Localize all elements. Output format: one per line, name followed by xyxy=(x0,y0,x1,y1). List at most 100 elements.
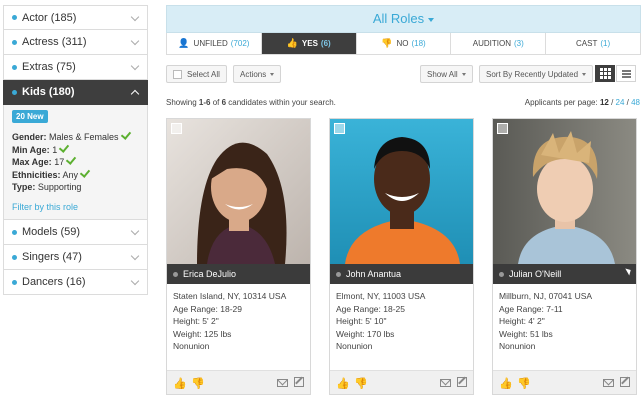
candidate-location: Staten Island, NY, 10314 USA xyxy=(173,291,287,301)
role-label: Kids (180) xyxy=(22,86,75,98)
roles-sidebar: Actor (185) Actress (311) Extras (75) Ki… xyxy=(3,5,148,295)
candidate-select-checkbox[interactable] xyxy=(497,123,508,134)
candidate-card[interactable]: John Anantua Elmont, NY, 11003 USA Age R… xyxy=(329,118,474,395)
status-tabs: 👤 UNFILED (702) 👍 YES (6) 👎 NO (18) AUDITION (3… xyxy=(166,33,641,55)
tab-no[interactable]: 👎 NO (18) xyxy=(356,33,452,54)
candidate-card[interactable]: Julian O'Neill Millburn, NJ, 07041 USA A… xyxy=(492,118,637,395)
candidate-name-bar[interactable]: John Anantua xyxy=(330,264,473,284)
tab-cast[interactable]: CAST (1) xyxy=(546,33,640,54)
caret-down-icon xyxy=(582,72,587,76)
candidate-height: Height: 4' 2" xyxy=(499,316,545,326)
check-icon xyxy=(120,129,131,140)
list-view-button[interactable] xyxy=(616,65,636,82)
grid-view-button[interactable] xyxy=(595,65,615,82)
thumbs-down-icon: 👎 xyxy=(381,38,393,48)
status-dot-icon xyxy=(499,271,504,277)
chevron-down-icon[interactable] xyxy=(130,12,140,22)
detail-max-age: Max Age: 17 xyxy=(12,154,139,169)
per-page-selector: Applicants per page: 12 / 24 / 48 xyxy=(524,98,640,107)
role-label: Actress (311) xyxy=(22,36,87,48)
candidate-weight: Weight: 170 lbs xyxy=(336,328,395,339)
candidate-card[interactable]: Erica DeJulio Staten Island, NY, 10314 U… xyxy=(166,118,311,395)
candidate-photo[interactable] xyxy=(330,119,473,264)
chevron-down-icon[interactable] xyxy=(130,226,140,236)
role-dot-icon xyxy=(12,254,17,260)
candidate-info: Millburn, NJ, 07041 USA Age Range: 7-11 … xyxy=(499,290,592,353)
candidate-union: Nonunion xyxy=(173,341,210,351)
candidate-info: Elmont, NY, 11003 USA Age Range: 18-25 H… xyxy=(336,290,425,353)
candidate-select-checkbox[interactable] xyxy=(334,123,345,134)
thumbs-up-icon[interactable]: 👍 xyxy=(336,377,350,390)
candidate-weight: Weight: 125 lbs xyxy=(173,328,232,339)
role-dot-icon xyxy=(12,64,17,70)
role-dot-icon xyxy=(12,15,17,20)
chevron-up-icon[interactable] xyxy=(130,89,140,99)
chevron-down-icon[interactable] xyxy=(130,251,140,261)
edit-icon[interactable] xyxy=(294,377,304,387)
select-all-checkbox[interactable] xyxy=(173,69,182,79)
sort-dropdown[interactable]: Sort By Recently Updated xyxy=(479,65,594,83)
status-dot-icon xyxy=(336,271,341,277)
candidate-photo[interactable] xyxy=(167,119,310,264)
thumbs-down-icon[interactable]: 👎 xyxy=(517,377,531,390)
mail-icon[interactable] xyxy=(603,379,614,387)
page-title: All Roles xyxy=(372,11,425,26)
thumbs-down-icon[interactable]: 👎 xyxy=(354,377,368,390)
candidate-age-range: Age Range: 18-25 xyxy=(336,303,405,314)
all-roles-dropdown[interactable]: All Roles xyxy=(166,5,641,33)
edit-icon[interactable] xyxy=(457,377,467,387)
filter-by-role-link[interactable]: Filter by this role xyxy=(12,202,139,212)
tab-audition[interactable]: AUDITION (3) xyxy=(451,33,547,54)
tab-yes[interactable]: 👍 YES (6) xyxy=(261,33,357,54)
check-icon xyxy=(79,166,91,178)
candidate-name: Julian O'Neill xyxy=(509,269,562,279)
candidate-union: Nonunion xyxy=(499,341,536,351)
caret-down-icon xyxy=(270,72,275,76)
detail-gender: Gender: Males & Females xyxy=(12,129,139,144)
mail-icon[interactable] xyxy=(277,379,288,387)
role-actor[interactable]: Actor (185) xyxy=(3,5,148,30)
candidate-height: Height: 5' 2" xyxy=(173,316,219,326)
check-icon xyxy=(66,154,77,165)
show-all-dropdown[interactable]: Show All xyxy=(420,65,473,83)
candidate-location: Elmont, NY, 11003 USA xyxy=(336,291,426,301)
per-page-48[interactable]: 48 xyxy=(631,98,640,107)
thumbs-down-icon[interactable]: 👎 xyxy=(191,377,205,390)
role-dancers[interactable]: Dancers (16) xyxy=(3,270,148,295)
candidate-name-bar[interactable]: Erica DeJulio xyxy=(167,264,310,284)
chevron-down-icon[interactable] xyxy=(130,36,140,46)
thumbs-up-icon[interactable]: 👍 xyxy=(173,377,187,390)
select-all-button[interactable]: Select All xyxy=(166,65,227,83)
role-singers[interactable]: Singers (47) xyxy=(3,245,148,270)
edit-icon[interactable] xyxy=(620,377,630,387)
candidate-name-bar[interactable]: Julian O'Neill xyxy=(493,264,636,284)
grid-icon xyxy=(599,68,611,79)
user-icon: 👤 xyxy=(178,38,190,48)
candidate-location: Millburn, NJ, 07041 USA xyxy=(499,291,593,301)
candidate-name: Erica DeJulio xyxy=(183,269,237,279)
candidate-height: Height: 5' 10" xyxy=(336,316,387,326)
tab-unfiled[interactable]: 👤 UNFILED (702) xyxy=(167,33,262,54)
candidate-select-checkbox[interactable] xyxy=(171,123,182,134)
role-dot-icon xyxy=(12,89,17,95)
chevron-down-icon[interactable] xyxy=(130,276,140,286)
role-extras[interactable]: Extras (75) xyxy=(3,55,148,80)
role-dot-icon xyxy=(12,279,17,285)
status-dot-icon xyxy=(173,271,178,277)
role-models[interactable]: Models (59) xyxy=(3,220,148,245)
mail-icon[interactable] xyxy=(440,379,451,387)
per-page-12[interactable]: 12 xyxy=(600,98,609,107)
new-badge: 20 New xyxy=(12,110,48,123)
actions-dropdown[interactable]: Actions xyxy=(233,65,282,83)
card-actions: 👍 👎 xyxy=(167,370,310,394)
role-kids[interactable]: Kids (180) xyxy=(3,80,148,105)
chevron-down-icon[interactable] xyxy=(130,61,140,71)
candidate-photo[interactable] xyxy=(493,119,636,264)
mouse-cursor-icon xyxy=(625,266,633,276)
list-icon xyxy=(621,69,631,78)
role-actress[interactable]: Actress (311) xyxy=(3,30,148,55)
thumbs-up-icon[interactable]: 👍 xyxy=(499,377,513,390)
detail-ethnicities: Ethnicities: Any xyxy=(12,166,139,182)
detail-type: Type: Supporting xyxy=(12,182,82,192)
role-label: Actor (185) xyxy=(22,11,77,24)
